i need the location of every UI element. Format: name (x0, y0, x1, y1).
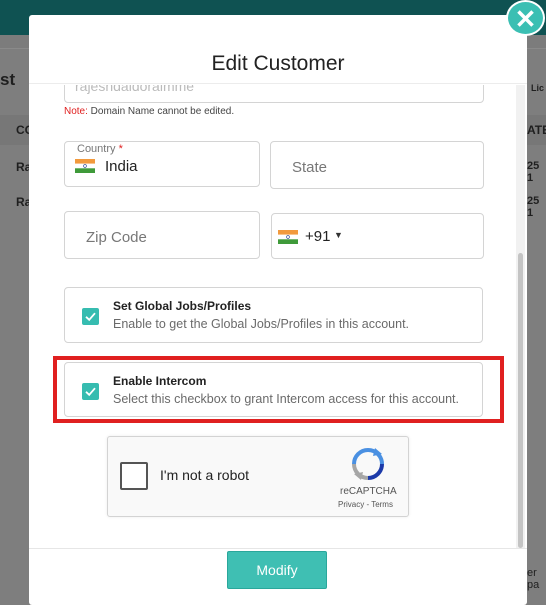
modal-header-divider (29, 83, 527, 84)
zip-code-field[interactable]: Zip Code (64, 211, 260, 259)
modal-title: Edit Customer (211, 52, 345, 75)
global-jobs-option[interactable]: Set Global Jobs/Profiles Enable to get t… (64, 287, 483, 343)
intercom-title: Enable Intercom (113, 374, 207, 388)
close-icon[interactable]: ✕ (506, 0, 545, 36)
edit-customer-modal: Edit Customer rajeshdaidoraimme Note: Do… (29, 15, 527, 605)
modal-scrollbar-thumb[interactable] (518, 253, 523, 548)
global-jobs-checkbox[interactable] (82, 308, 99, 325)
domain-name-value: rajeshdaidoraimme (75, 85, 195, 94)
domain-note: Note: Domain Name cannot be edited. (64, 106, 234, 117)
domain-note-label: Note: (64, 106, 88, 117)
phone-country-code-select[interactable]: +91 ▼ (271, 213, 484, 259)
app-row-fragment: 25 1 (527, 195, 540, 219)
caret-down-icon: ▼ (334, 230, 343, 240)
app-page-title-fragment: st (0, 70, 16, 89)
recaptcha-logo-icon (351, 447, 385, 486)
modify-button[interactable]: Modify (227, 551, 327, 589)
global-jobs-title: Set Global Jobs/Profiles (113, 299, 252, 313)
country-value: India (105, 158, 138, 175)
app-header-fragment: Lic (531, 83, 545, 93)
app-column-fragment: ATE (527, 123, 546, 137)
domain-note-text: Domain Name cannot be edited. (87, 106, 235, 117)
recaptcha-links[interactable]: Privacy - Terms (338, 500, 393, 509)
zip-code-placeholder: Zip Code (86, 229, 147, 246)
intercom-description: Select this checkbox to grant Intercom a… (113, 392, 459, 406)
domain-name-field: rajeshdaidoraimme (64, 85, 484, 103)
recaptcha-label: I'm not a robot (160, 467, 250, 483)
state-placeholder: State (292, 159, 328, 176)
india-flag-icon (75, 159, 95, 173)
recaptcha-checkbox[interactable] (120, 462, 148, 490)
modal-scroll-area[interactable]: rajeshdaidoraimme Note: Domain Name cann… (29, 85, 527, 548)
modal-footer-divider (29, 548, 527, 549)
country-select[interactable]: Country * India (64, 141, 260, 187)
india-flag-icon (278, 230, 298, 244)
recaptcha-brand-name: reCAPTCHA (340, 486, 397, 497)
intercom-option[interactable]: Enable Intercom Select this checkbox to … (64, 362, 483, 417)
app-footer-fragment: er pa (527, 567, 540, 591)
phone-code: +91 (305, 228, 331, 245)
country-label: Country * (77, 143, 123, 155)
intercom-checkbox[interactable] (82, 383, 99, 400)
global-jobs-description: Enable to get the Global Jobs/Profiles i… (113, 317, 410, 331)
country-label-text: Country (77, 143, 116, 155)
required-mark: * (118, 143, 123, 155)
app-row-fragment: 25 1 (527, 160, 540, 184)
recaptcha-widget: I'm not a robot reCAPTCHA Privacy - Term… (107, 436, 409, 517)
state-field[interactable]: State (270, 141, 484, 189)
